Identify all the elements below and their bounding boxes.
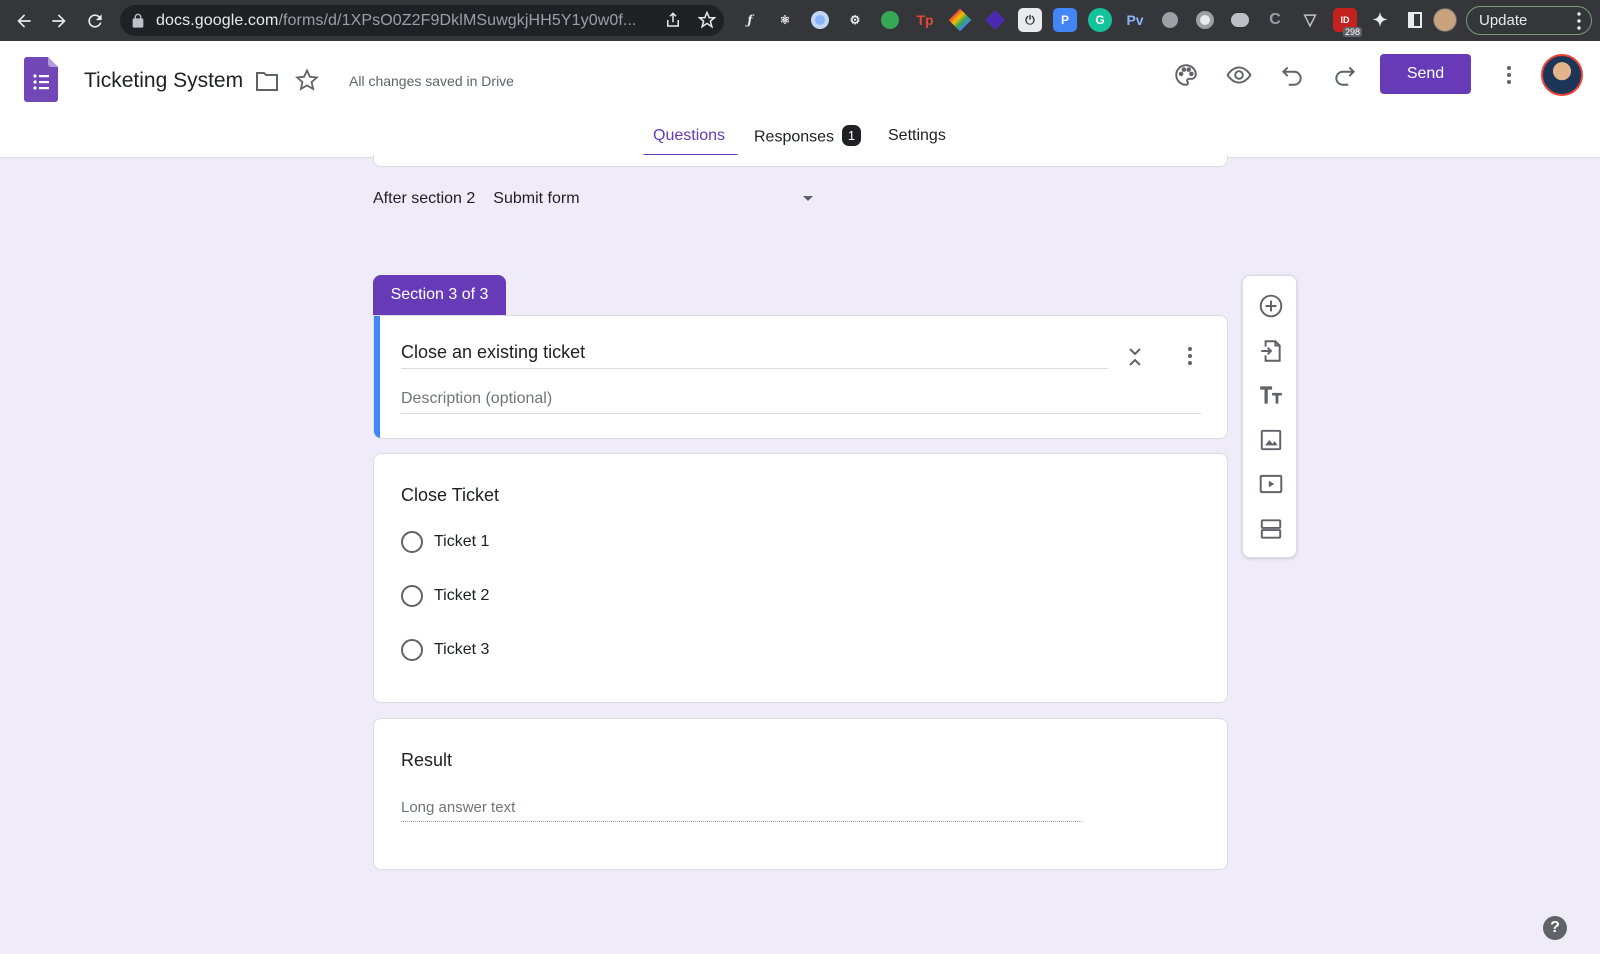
question-card-result[interactable]: Result Long answer text xyxy=(373,718,1228,870)
after-section-navigation: After section 2 Submit form xyxy=(373,190,823,208)
c-extension-icon[interactable]: C xyxy=(1263,8,1287,32)
help-icon[interactable]: ? xyxy=(1543,916,1567,940)
option-label: Ticket 1 xyxy=(434,533,490,550)
after-section-value: Submit form xyxy=(493,190,580,207)
reload-icon xyxy=(88,14,102,28)
add-title-icon[interactable] xyxy=(1258,382,1284,408)
account-avatar[interactable] xyxy=(1541,54,1583,96)
arrow-right-icon xyxy=(52,14,66,28)
radio-button[interactable] xyxy=(401,639,423,661)
dropdown-arrow-icon[interactable] xyxy=(803,196,813,201)
pv-extension-icon[interactable]: Pv xyxy=(1123,8,1147,32)
blue-circle-extension-icon[interactable] xyxy=(808,8,832,32)
folder-icon[interactable] xyxy=(255,70,279,92)
green-extension-icon[interactable] xyxy=(878,8,902,32)
url-text: docs.google.com/forms/d/1XPsO0Z2F9DklMSu… xyxy=(156,12,656,30)
more-vert-icon xyxy=(1577,12,1581,30)
v-extension-icon[interactable]: ▽ xyxy=(1298,8,1322,32)
preview-eye-icon[interactable] xyxy=(1226,62,1252,88)
update-button[interactable]: Update xyxy=(1466,6,1592,35)
option-ticket-3[interactable]: Ticket 3 xyxy=(401,639,489,661)
star-icon[interactable] xyxy=(295,68,319,92)
bookmark-star-icon[interactable] xyxy=(698,11,716,29)
active-card-accent xyxy=(374,316,380,438)
forward-button[interactable] xyxy=(42,4,76,38)
colorful-extension-icon[interactable] xyxy=(948,8,972,32)
sidebar-panel-icon[interactable] xyxy=(1403,8,1427,32)
section-description-input[interactable]: Description (optional) xyxy=(401,390,1201,414)
option-label: Ticket 2 xyxy=(434,587,490,604)
section-tab-label: Section 3 of 3 xyxy=(373,275,506,315)
undo-icon[interactable] xyxy=(1279,62,1305,88)
palette-icon[interactable] xyxy=(1173,62,1199,88)
add-item-toolbar xyxy=(1242,275,1297,558)
google-forms-logo-icon[interactable] xyxy=(24,57,58,102)
radio-button[interactable] xyxy=(401,585,423,607)
send-button[interactable]: Send xyxy=(1380,54,1471,94)
address-bar[interactable]: docs.google.com/forms/d/1XPsO0Z2F9DklMSu… xyxy=(120,5,724,36)
url-host: docs.google.com xyxy=(156,11,279,29)
collapse-section-icon[interactable] xyxy=(1124,344,1146,370)
radio-button[interactable] xyxy=(401,531,423,553)
import-questions-icon[interactable] xyxy=(1258,338,1284,364)
section-more-options-icon[interactable] xyxy=(1178,344,1202,368)
option-label: Ticket 3 xyxy=(434,641,490,658)
arrow-left-icon xyxy=(17,14,31,28)
grammarly-extension-icon[interactable]: G xyxy=(1088,8,1112,32)
gear-extension-icon[interactable]: ⚙ xyxy=(843,8,867,32)
form-tabs: Questions Responses 1 Settings xyxy=(0,125,1600,158)
aperture-extension-icon[interactable] xyxy=(1193,8,1217,32)
power-extension-icon[interactable]: ⏻ xyxy=(1018,8,1042,32)
option-ticket-2[interactable]: Ticket 2 xyxy=(401,585,489,607)
long-answer-placeholder: Long answer text xyxy=(401,799,1082,822)
section-title-input[interactable]: Close an existing ticket xyxy=(401,342,1108,369)
puzzle-extensions-icon[interactable]: ✦ xyxy=(1368,8,1392,32)
more-options-icon[interactable] xyxy=(1497,63,1521,87)
badge-extension-icon[interactable]: ID 298 xyxy=(1333,8,1362,37)
add-video-icon[interactable] xyxy=(1258,471,1284,497)
purple-diamond-extension-icon[interactable] xyxy=(983,8,1007,32)
formula-extension-icon[interactable]: ƒ xyxy=(738,8,762,32)
extension-count: 298 xyxy=(1342,27,1362,37)
extensions-row: ƒ ⚛ ⚙ Tp ⏻ P G Pv C ▽ ID 298 ✦ xyxy=(738,8,1427,37)
tp-extension-icon[interactable]: Tp xyxy=(913,8,937,32)
url-path: /forms/d/1XPsO0Z2F9DklMSuwgkjHH5Y1y0w0f.… xyxy=(278,11,637,29)
tab-responses[interactable]: Responses 1 xyxy=(754,125,862,158)
document-title[interactable]: Ticketing System xyxy=(84,69,243,93)
section-header-card[interactable]: Close an existing ticket Description (op… xyxy=(373,315,1228,439)
p-extension-icon[interactable]: P xyxy=(1053,8,1077,32)
after-section-label: After section 2 xyxy=(373,190,476,207)
responses-count-badge: 1 xyxy=(842,125,862,146)
question-card-close-ticket[interactable]: Close Ticket Ticket 1 Ticket 2 Ticket 3 xyxy=(373,453,1228,703)
browser-toolbar: docs.google.com/forms/d/1XPsO0Z2F9DklMSu… xyxy=(0,0,1600,41)
question-title: Result xyxy=(401,750,453,770)
add-section-icon[interactable] xyxy=(1258,516,1284,542)
after-section-dropdown[interactable]: Submit form xyxy=(493,190,823,208)
browser-profile-avatar[interactable] xyxy=(1433,8,1457,32)
update-label: Update xyxy=(1479,12,1528,29)
tab-responses-label: Responses xyxy=(754,128,835,146)
forms-header: Ticketing System All changes saved in Dr… xyxy=(0,41,1600,158)
back-button[interactable] xyxy=(7,4,41,38)
tab-settings[interactable]: Settings xyxy=(888,127,946,158)
lock-icon xyxy=(132,13,144,28)
location-extension-icon[interactable] xyxy=(1158,8,1182,32)
save-status: All changes saved in Drive xyxy=(349,73,514,89)
owl-extension-icon[interactable] xyxy=(1228,8,1252,32)
add-image-icon[interactable] xyxy=(1258,427,1284,453)
previous-section-card-edge xyxy=(373,155,1228,167)
option-ticket-1[interactable]: Ticket 1 xyxy=(401,531,489,553)
share-icon[interactable] xyxy=(664,11,682,29)
redo-icon[interactable] xyxy=(1332,62,1358,88)
question-title: Close Ticket xyxy=(401,485,500,505)
reload-button[interactable] xyxy=(78,4,112,38)
add-question-icon[interactable] xyxy=(1258,293,1284,319)
react-extension-icon[interactable]: ⚛ xyxy=(773,8,797,32)
